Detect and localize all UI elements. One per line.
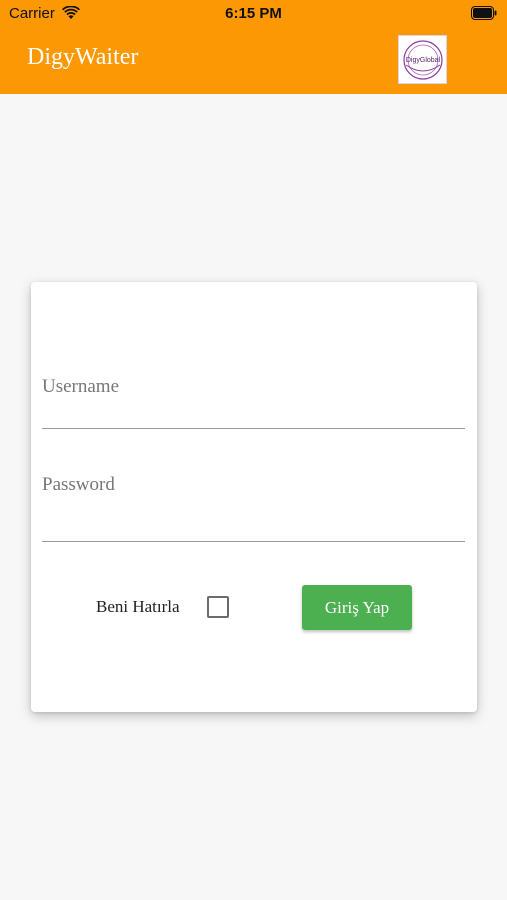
login-button[interactable]: Giriş Yap (302, 585, 412, 630)
remember-me-checkbox[interactable] (207, 596, 229, 618)
svg-text:DigyGlobal: DigyGlobal (405, 57, 440, 64)
battery-icon (471, 6, 497, 20)
remember-me-label: Beni Hatırla (96, 597, 180, 616)
username-input[interactable] (42, 376, 465, 398)
status-time: 6:15 PM (225, 5, 282, 22)
app-title: DigyWaiter (27, 44, 139, 70)
app-bar: DigyWaiter DigyGlobal (0, 28, 507, 94)
status-bar: Carrier 6:15 PM (0, 0, 507, 28)
digyglobal-logo: DigyGlobal (398, 35, 447, 84)
password-field (42, 462, 465, 542)
login-card: Beni Hatırla Giriş Yap (31, 282, 477, 712)
password-input[interactable] (42, 474, 465, 496)
username-field (42, 362, 465, 429)
